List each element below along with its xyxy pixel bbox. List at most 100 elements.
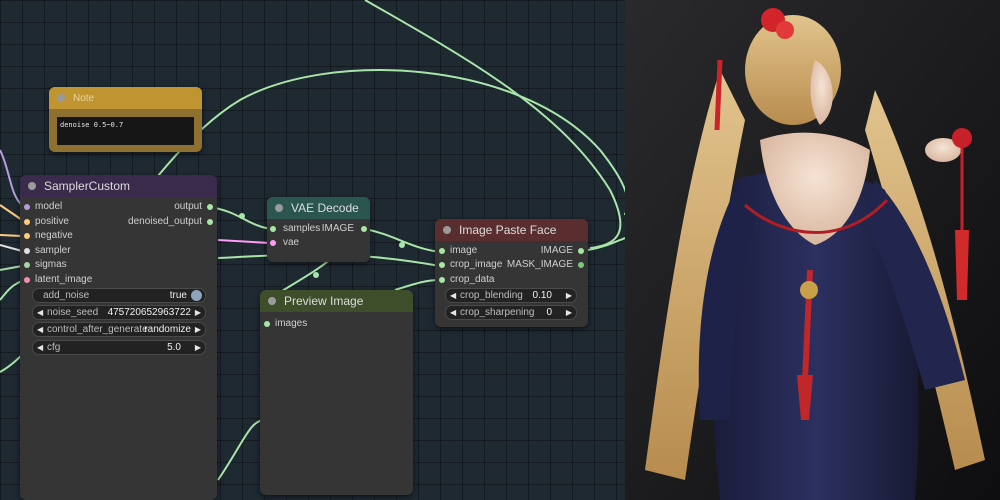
preview-node-header[interactable]: Preview Image xyxy=(260,290,413,312)
increment-arrow-icon[interactable]: ▶ xyxy=(195,306,201,319)
decrement-arrow-icon[interactable]: ◀ xyxy=(37,306,43,319)
noise-seed-value: 475720652963722 xyxy=(107,307,191,318)
input-slot-dot[interactable] xyxy=(439,277,445,283)
slot-label: crop_image xyxy=(450,259,503,270)
slot-label: IMAGE xyxy=(540,245,573,256)
input-slot-dot[interactable] xyxy=(270,240,276,246)
output-slot-dot[interactable] xyxy=(207,218,213,225)
output-slot-dot[interactable] xyxy=(578,262,584,268)
slot-label: model xyxy=(35,201,63,212)
sampler-node-header[interactable]: SamplerCustom xyxy=(20,175,217,197)
note-node-header[interactable]: Note xyxy=(49,87,202,109)
control-after-generate-widget[interactable]: ◀ control_after_generate randomize ▶ xyxy=(32,322,206,337)
vae-input-vae[interactable]: vae xyxy=(267,236,299,250)
sampler-input-model[interactable]: model xyxy=(20,200,62,214)
slot-label: latent_image xyxy=(35,274,93,285)
decrement-arrow-icon[interactable]: ◀ xyxy=(450,306,456,319)
preview-image-node[interactable]: Preview Image images xyxy=(260,290,413,495)
note-node[interactable]: Note denoise 0.5~0.7 xyxy=(49,87,202,152)
sampler-input-positive[interactable]: positive xyxy=(20,215,69,229)
collapse-dot-icon[interactable] xyxy=(28,182,36,190)
input-slot-dot[interactable] xyxy=(270,226,276,232)
paste-node-header[interactable]: Image Paste Face xyxy=(435,219,588,241)
wire-vae xyxy=(217,239,271,244)
input-slot-dot[interactable] xyxy=(24,277,30,283)
slot-label: image xyxy=(450,245,478,256)
add-noise-toggle[interactable]: add_noise true xyxy=(32,288,206,303)
increment-arrow-icon[interactable]: ▶ xyxy=(195,323,201,336)
preview-input-images[interactable]: images xyxy=(260,317,307,331)
crop-blending-widget[interactable]: ◀ crop_blending 0.10 ▶ xyxy=(445,288,577,303)
sampler-output-output[interactable]: output xyxy=(174,200,217,214)
slot-label: denoised_output xyxy=(128,215,202,227)
wire-left-4 xyxy=(0,244,23,252)
slot-label: negative xyxy=(35,230,73,242)
input-slot-dot[interactable] xyxy=(24,218,30,225)
crop-sharpening-label: crop_sharpening xyxy=(460,307,535,318)
input-slot-dot[interactable] xyxy=(24,247,30,254)
crop-sharpening-value: 0 xyxy=(546,307,552,318)
output-slot-dot[interactable] xyxy=(207,204,213,210)
slot-label: samples xyxy=(283,223,321,234)
paste-input-crop-data[interactable]: crop_data xyxy=(435,273,494,287)
sampler-output-denoised-output[interactable]: denoised_output xyxy=(128,215,217,229)
paste-title: Image Paste Face xyxy=(459,223,557,237)
image-paste-face-node[interactable]: Image Paste Face image crop_image crop_d… xyxy=(435,219,588,327)
control-after-generate-value: randomize xyxy=(144,324,191,335)
note-textarea[interactable]: denoise 0.5~0.7 xyxy=(57,117,194,145)
paste-input-crop-image[interactable]: crop_image xyxy=(435,258,502,272)
sampler-input-latent-image[interactable]: latent_image xyxy=(20,273,92,287)
slot-label: MASK_IMAGE xyxy=(506,259,573,270)
decrement-arrow-icon[interactable]: ◀ xyxy=(37,323,43,336)
paste-input-image[interactable]: image xyxy=(435,244,477,258)
cfg-label: cfg xyxy=(47,342,61,353)
toggle-knob-icon[interactable] xyxy=(191,290,202,301)
slot-label: crop_data xyxy=(450,274,495,285)
slot-label: vae xyxy=(283,237,300,248)
vae-decode-node[interactable]: VAE Decode samples vae IMAGE xyxy=(267,197,370,262)
wire-image-paste xyxy=(364,228,441,253)
increment-arrow-icon[interactable]: ▶ xyxy=(195,341,201,354)
paste-output-mask-image[interactable]: MASK_IMAGE xyxy=(507,258,588,272)
input-slot-dot[interactable] xyxy=(24,233,30,240)
cfg-widget[interactable]: ◀ cfg 5.0 ▶ xyxy=(32,340,206,355)
vae-node-header[interactable]: VAE Decode xyxy=(267,197,370,219)
collapse-dot-icon[interactable] xyxy=(57,94,65,102)
crop-blending-value: 0.10 xyxy=(532,290,552,301)
decrement-arrow-icon[interactable]: ◀ xyxy=(450,289,456,302)
collapse-dot-icon[interactable] xyxy=(275,204,283,212)
crop-sharpening-widget[interactable]: ◀ crop_sharpening 0 ▶ xyxy=(445,305,577,320)
input-slot-dot[interactable] xyxy=(24,262,30,269)
collapse-dot-icon[interactable] xyxy=(443,226,451,234)
output-slot-dot[interactable] xyxy=(578,248,584,254)
wire-loop-top xyxy=(364,0,622,249)
noise-seed-widget[interactable]: ◀ noise_seed 475720652963722 ▶ xyxy=(32,305,206,320)
crop-blending-label: crop_blending xyxy=(460,290,523,301)
note-title: Note xyxy=(73,92,95,104)
sampler-input-sampler[interactable]: sampler xyxy=(20,244,71,258)
paste-output-image[interactable]: IMAGE xyxy=(541,244,588,258)
increment-arrow-icon[interactable]: ▶ xyxy=(566,289,572,302)
add-noise-value: true xyxy=(169,290,187,301)
slot-label: images xyxy=(275,318,308,329)
output-slot-dot[interactable] xyxy=(361,226,367,232)
sampler-input-sigmas[interactable]: sigmas xyxy=(20,258,67,272)
decrement-arrow-icon[interactable]: ◀ xyxy=(37,341,43,354)
sampler-input-negative[interactable]: negative xyxy=(20,229,73,243)
slot-label: sampler xyxy=(35,244,71,256)
vae-input-samples[interactable]: samples xyxy=(267,222,320,236)
slot-label: sigmas xyxy=(35,259,67,271)
collapse-dot-icon[interactable] xyxy=(268,297,276,305)
node-graph-canvas[interactable]: Note denoise 0.5~0.7 SamplerCustom add_n… xyxy=(0,0,625,500)
vae-title: VAE Decode xyxy=(291,201,359,215)
vae-output-image[interactable]: IMAGE xyxy=(322,222,370,236)
cfg-value: 5.0 xyxy=(167,342,181,353)
increment-arrow-icon[interactable]: ▶ xyxy=(566,306,572,319)
sampler-custom-node[interactable]: SamplerCustom add_noise true ◀ noise_see… xyxy=(20,175,217,500)
input-slot-dot[interactable] xyxy=(439,262,445,268)
input-slot-dot[interactable] xyxy=(24,204,30,210)
input-slot-dot[interactable] xyxy=(439,248,445,254)
slot-label: output xyxy=(174,201,202,212)
input-slot-dot[interactable] xyxy=(264,321,270,327)
wire-crop-data xyxy=(394,279,441,291)
